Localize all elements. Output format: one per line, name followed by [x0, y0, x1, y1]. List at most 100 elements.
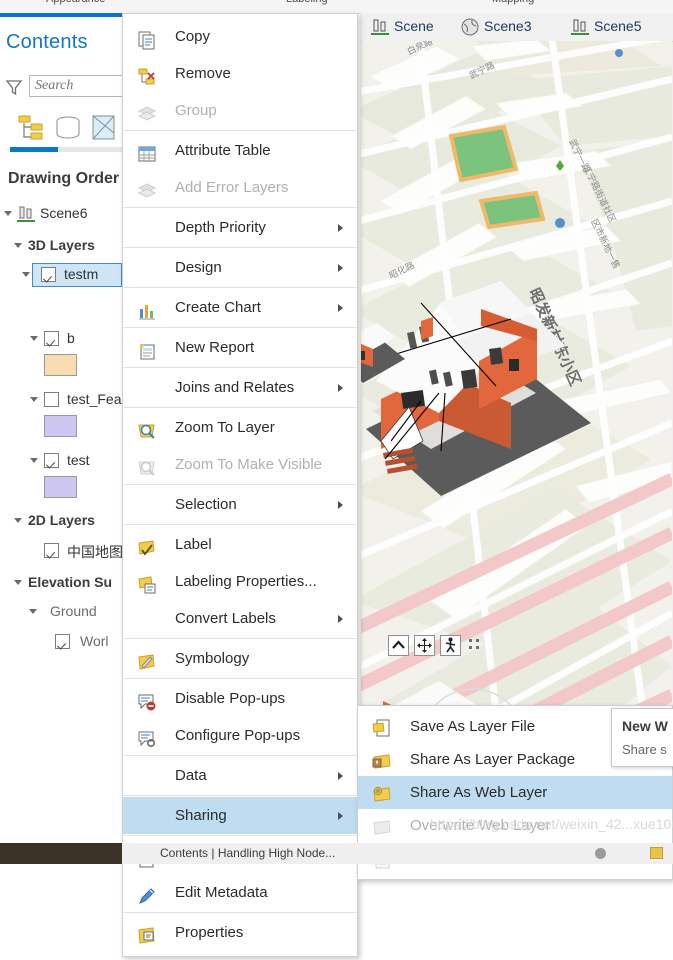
collapse-nav-button[interactable] — [388, 635, 409, 656]
search-input-field[interactable] — [30, 76, 122, 96]
contents-scrollbar-thumb[interactable] — [10, 147, 58, 152]
tree-row-test[interactable]: test — [0, 450, 122, 472]
menu-item-depth-priority-label: Depth Priority — [175, 219, 266, 236]
tree-row-3d-layers[interactable]: 3D Layers — [0, 235, 122, 257]
menu-item-edit-metadata-label: Edit Metadata — [175, 884, 268, 901]
expander-2d-layers[interactable] — [14, 518, 22, 527]
list-by-selection-icon[interactable] — [88, 113, 122, 143]
checkbox-testm[interactable] — [41, 267, 56, 282]
menu-item-configure-popups[interactable]: Configure Pop-ups — [123, 717, 357, 754]
menu-item-symbology[interactable]: Symbology — [123, 640, 357, 677]
tray-yellow-icon[interactable] — [650, 847, 663, 859]
menu-item-configure-popups-label: Configure Pop-ups — [175, 727, 301, 744]
menu-item-selection[interactable]: Selection — [123, 486, 357, 523]
ribbon-sliver: Appearance Labeling Mapping — [0, 0, 673, 14]
menu-item-labeling-properties-label: Labeling Properties... — [175, 573, 317, 590]
testm-symbol-swatch — [40, 287, 83, 311]
tree-row-scene6[interactable]: Scene6 — [0, 203, 122, 225]
tree-label-test: test — [67, 452, 90, 468]
submenu-item-share-as-layer-package-label: Share As Layer Package — [410, 751, 576, 768]
tree-row-testm[interactable]: testm — [0, 264, 122, 286]
checkbox-test[interactable] — [44, 453, 59, 468]
zoom-to-layer-icon — [137, 418, 157, 439]
menu-item-properties[interactable]: Properties — [123, 914, 357, 951]
edit-metadata-icon — [137, 883, 157, 904]
menu-item-zoom-to-layer-label: Zoom To Layer — [175, 419, 275, 436]
menu-item-convert-labels[interactable]: Convert Labels — [123, 600, 357, 637]
submenu-item-overwrite-web-layer-label: Overwrite Web Layer — [410, 817, 551, 834]
menu-item-labeling-properties[interactable]: Labeling Properties... — [123, 563, 357, 600]
checkbox-b[interactable] — [44, 331, 59, 346]
tree-label-elevation-surfaces: Elevation Su — [28, 574, 113, 590]
labeling-properties-icon — [137, 572, 157, 594]
tree-label-testm: testm — [64, 266, 99, 282]
expander-test[interactable] — [30, 458, 38, 467]
menu-item-data-label: Data — [175, 767, 207, 784]
drag-dots-handle[interactable] — [468, 638, 482, 652]
label-icon — [137, 535, 157, 556]
pan-button[interactable] — [414, 635, 435, 656]
taskbar-item-label[interactable]: Contents | Handling High Node... — [160, 846, 335, 860]
chevron-right-icon — [338, 812, 343, 820]
expander-elevation-surfaces[interactable] — [14, 580, 22, 589]
menu-item-joins-and-relates[interactable]: Joins and Relates — [123, 369, 357, 406]
expander-3d-layers[interactable] — [14, 243, 22, 252]
tree-row-test-fea[interactable]: test_Fea — [0, 389, 122, 411]
tree-row-elevation-surfaces[interactable]: Elevation Su — [0, 572, 122, 594]
menu-item-attribute-table[interactable]: Attribute Table — [123, 132, 357, 169]
menu-separator — [124, 912, 356, 913]
checkbox-world-elevation[interactable] — [55, 634, 70, 649]
menu-separator — [124, 327, 356, 328]
tree-row-2d-layers[interactable]: 2D Layers — [0, 510, 122, 532]
tab-scene-label: Scene — [394, 18, 434, 34]
expander-ground[interactable] — [29, 609, 37, 618]
expander-scene6[interactable] — [4, 211, 12, 220]
contents-pane-accentbar — [0, 13, 122, 17]
tree-row-china-map[interactable]: 中国地图 — [0, 540, 122, 562]
list-by-data-source-icon[interactable] — [51, 113, 85, 143]
submenu-item-share-as-web-layer-label: Share As Web Layer — [410, 784, 548, 801]
globe-icon — [460, 17, 480, 37]
menu-item-depth-priority[interactable]: Depth Priority — [123, 209, 357, 246]
menu-item-create-chart-label: Create Chart — [175, 299, 261, 316]
menu-item-data[interactable]: Data — [123, 757, 357, 794]
tree-label-world-elevation: Worl — [80, 633, 109, 649]
tree-row-ground[interactable]: Ground — [0, 601, 122, 623]
menu-item-edit-metadata[interactable]: Edit Metadata — [123, 874, 357, 911]
copy-icon — [137, 27, 157, 50]
tab-scene5-label: Scene5 — [594, 18, 642, 34]
menu-item-label[interactable]: Label — [123, 526, 357, 563]
ribbon-tab-mapping[interactable]: Mapping — [492, 0, 534, 5]
contents-scrollbar[interactable] — [10, 147, 122, 152]
expander-b[interactable] — [30, 336, 38, 345]
menu-item-zoom-to-layer[interactable]: Zoom To Layer — [123, 409, 357, 446]
menu-item-remove[interactable]: Remove — [123, 55, 357, 92]
checkbox-test-fea[interactable] — [44, 392, 59, 407]
menu-item-copy[interactable]: Copy — [123, 18, 357, 55]
tree-row-world-elevation[interactable]: Worl — [0, 631, 122, 653]
submenu-item-share-as-web-layer[interactable]: Share As Web Layer — [358, 776, 672, 809]
menu-item-create-chart[interactable]: Create Chart — [123, 289, 357, 326]
ribbon-tab-appearance[interactable]: Appearance — [46, 0, 105, 5]
scene-3d-icon — [370, 17, 390, 37]
walk-mode-button[interactable] — [440, 635, 461, 656]
filter-funnel-icon[interactable] — [4, 77, 24, 97]
menu-separator — [124, 367, 356, 368]
menu-item-sharing[interactable]: Sharing — [123, 797, 357, 834]
tray-circle-icon[interactable] — [595, 848, 606, 859]
menu-item-design[interactable]: Design — [123, 249, 357, 286]
tree-row-b[interactable]: b — [0, 328, 122, 350]
search-input[interactable] — [29, 75, 122, 97]
expander-testm[interactable] — [22, 272, 30, 281]
expander-test-fea[interactable] — [30, 397, 38, 406]
tooltip-body: Share s — [622, 742, 667, 757]
menu-item-disable-popups[interactable]: Disable Pop-ups — [123, 680, 357, 717]
checkbox-china-map[interactable] — [44, 543, 59, 558]
ribbon-tab-labeling[interactable]: Labeling — [286, 0, 328, 5]
tree-label-b: b — [67, 330, 75, 346]
taskbar: Contents | Handling High Node... — [0, 843, 673, 864]
menu-item-new-report[interactable]: New Report — [123, 329, 357, 366]
chevron-right-icon — [338, 772, 343, 780]
web-layer-icon — [372, 783, 392, 803]
list-by-drawing-order-icon[interactable] — [14, 113, 48, 143]
